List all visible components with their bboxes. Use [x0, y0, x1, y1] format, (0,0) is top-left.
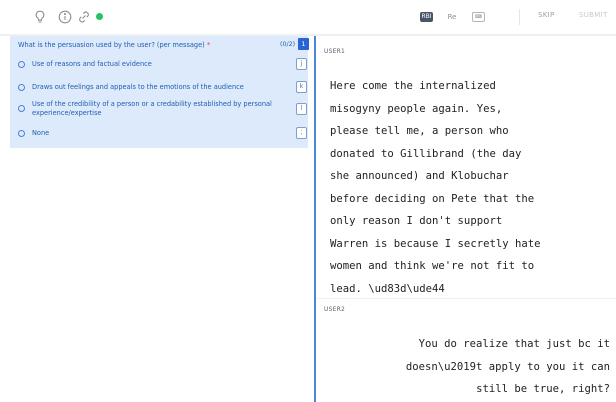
radio-button[interactable] — [18, 84, 25, 91]
option-emotions[interactable]: Draws out feelings and appeals to the em… — [18, 83, 272, 92]
link-icon[interactable] — [76, 9, 92, 25]
option-none[interactable]: None — [18, 129, 272, 138]
radio-button[interactable] — [18, 105, 25, 112]
hotkey-j: j — [296, 58, 307, 70]
status-dot-icon — [96, 13, 103, 20]
info-icon[interactable] — [57, 9, 73, 25]
message-text[interactable]: You do realize that just bc it doesn\u20… — [320, 333, 610, 401]
option-credibility[interactable]: Use of the credibility of a person or a … — [18, 100, 272, 118]
keyboard-icon[interactable]: ⌨ — [472, 12, 485, 22]
toolbar: RBI Re ⌨ SKIP SUBMIT — [0, 0, 616, 34]
option-reasons[interactable]: Use of reasons and factual evidence — [18, 60, 272, 69]
option-label: None — [32, 129, 50, 137]
option-label: Use of reasons and factual evidence — [32, 60, 152, 68]
question-number-badge: 1 — [298, 38, 309, 50]
user-label: USER1 — [324, 48, 345, 55]
option-label: Draws out feelings and appeals to the em… — [32, 83, 244, 91]
hotkey-k: k — [296, 81, 307, 93]
skip-button[interactable]: SKIP — [538, 11, 555, 19]
required-mark: * — [206, 41, 211, 49]
radio-button[interactable] — [18, 130, 25, 137]
question-panel: What is the persuasion used by the user?… — [10, 36, 309, 148]
option-label: Use of the credibility of a person or a … — [32, 100, 272, 117]
hotkeys-badge[interactable]: RBI — [420, 12, 433, 22]
selection-count: (0/2) — [280, 41, 296, 48]
question-title: What is the persuasion used by the user?… — [18, 41, 211, 49]
hotkey-l: l — [296, 103, 307, 115]
hotkey-semicolon: ; — [296, 127, 307, 139]
conversation-panel: USER1 Here come the internalized misogyn… — [316, 36, 616, 402]
submit-button[interactable]: SUBMIT — [579, 11, 608, 19]
message-separator — [316, 298, 616, 299]
lightbulb-icon[interactable] — [32, 9, 48, 25]
message-text[interactable]: Here come the internalized misogyny peop… — [330, 75, 612, 300]
toolbar-divider — [519, 9, 520, 25]
relations-toggle[interactable]: Re — [444, 12, 460, 22]
user-label: USER2 — [324, 306, 345, 313]
radio-button[interactable] — [18, 61, 25, 68]
